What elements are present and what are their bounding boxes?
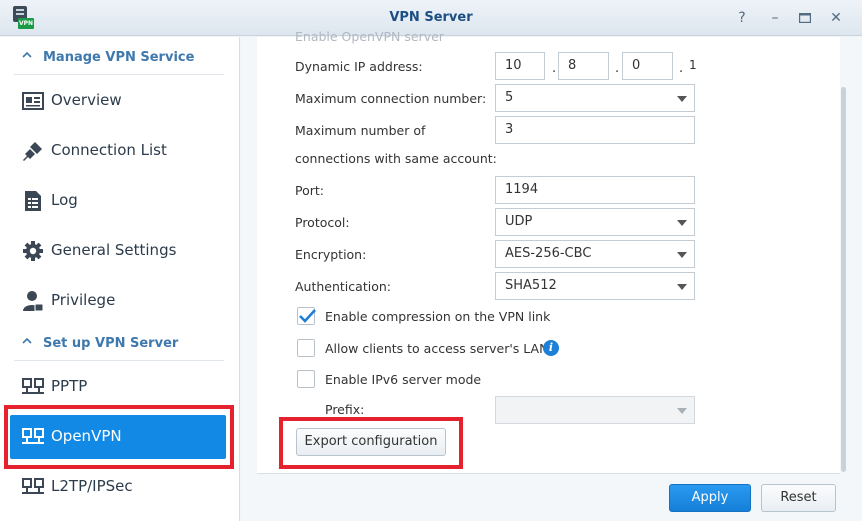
sidebar: Manage VPN Service Overview Connection L… [0,37,240,521]
sidebar-item-overview[interactable]: Overview [10,79,226,123]
close-icon[interactable]: ✕ [826,8,846,28]
network-icon [22,378,44,394]
lan-access-checkbox[interactable] [297,339,315,357]
ip-octet-1-input[interactable]: 10 [495,52,545,80]
ip-separator: . [615,61,620,76]
lan-access-label: Allow clients to access server's LAN [325,341,549,356]
reset-button[interactable]: Reset [761,484,836,512]
max-connection-select[interactable]: 5 [495,84,695,112]
chevron-down-icon [677,408,687,414]
chevron-down-icon [677,220,687,226]
dynamic-ip-label: Dynamic IP address: [295,59,423,74]
sidebar-item-log[interactable]: Log [10,179,226,223]
highlight-openvpn [4,405,234,469]
encryption-label: Encryption: [295,247,367,262]
encryption-select[interactable]: AES-256-CBC [495,240,695,268]
scrollbar-thumb[interactable] [841,87,846,472]
compression-label: Enable compression on the VPN link [325,309,551,324]
vpn-server-app-icon: VPN [12,6,34,30]
sidebar-item-pptp[interactable]: PPTP [10,365,226,409]
gear-icon [23,241,43,261]
ip-separator: . [679,61,684,76]
minimize-icon[interactable]: – [765,8,785,28]
prefix-label: Prefix: [325,402,365,417]
compression-checkbox[interactable] [297,307,316,325]
chevron-up-icon [22,51,32,58]
ip-octet-4-value: 1 [689,58,697,72]
user-icon [23,291,44,312]
connection-icon [23,142,42,161]
openvpn-settings-form: Enable OpenVPN server Dynamic IP address… [257,29,840,474]
sidebar-item-connection-list[interactable]: Connection List [10,129,226,173]
protocol-select[interactable]: UDP [495,208,695,236]
ip-octet-3-input[interactable]: 0 [622,52,673,80]
chevron-down-icon [677,284,687,290]
ip-octet-2-input[interactable]: 8 [558,52,609,80]
ip-separator: . [552,61,557,76]
max-connection-label: Maximum connection number: [295,91,487,106]
prefix-select[interactable] [495,396,695,424]
info-icon[interactable]: i [543,340,559,356]
chevron-down-icon [677,96,687,102]
port-input[interactable]: 1194 [495,176,695,204]
section-set-up-vpn-server[interactable]: Set up VPN Server [14,327,224,361]
checkmark-icon [299,309,316,323]
help-icon[interactable]: ? [732,8,752,28]
ipv6-checkbox[interactable] [297,370,315,388]
max-same-account-label-2: connections with same account: [295,151,497,166]
authentication-label: Authentication: [295,279,391,294]
chevron-down-icon [677,252,687,258]
network-icon [22,478,44,494]
authentication-select[interactable]: SHA512 [495,272,695,300]
log-icon [25,191,41,211]
enable-openvpn-row: Enable OpenVPN server [295,29,444,44]
sidebar-item-privilege[interactable]: Privilege [10,279,226,323]
main-panel: Enable OpenVPN server Dynamic IP address… [241,29,862,521]
highlight-export [279,417,463,469]
ipv6-label: Enable IPv6 server mode [325,372,482,387]
sidebar-item-general-settings[interactable]: General Settings [10,229,226,273]
sidebar-item-l2tp-ipsec[interactable]: L2TP/IPSec [10,465,226,509]
max-same-account-label-1: Maximum number of [295,123,426,138]
max-same-account-input[interactable]: 3 [495,116,695,144]
overview-icon [22,92,44,110]
protocol-label: Protocol: [295,215,350,230]
maximize-icon[interactable] [795,8,815,28]
apply-button[interactable]: Apply [669,484,751,512]
chevron-up-icon [22,337,32,344]
port-label: Port: [295,183,324,198]
section-manage-vpn-service[interactable]: Manage VPN Service [14,41,224,75]
scrollbar[interactable] [841,37,847,474]
